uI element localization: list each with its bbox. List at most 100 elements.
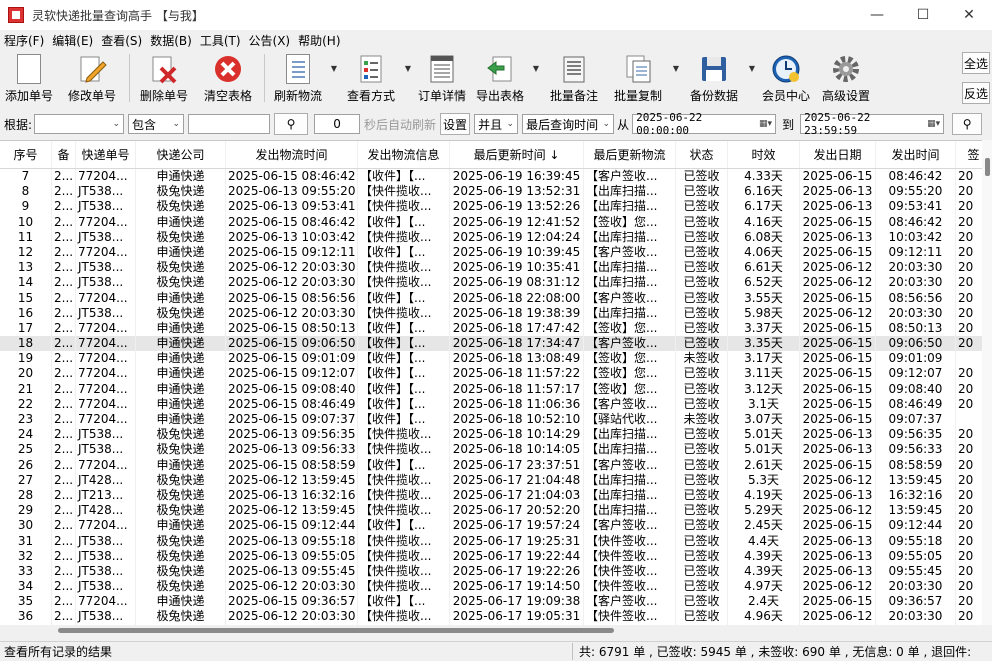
- table-row[interactable]: 21 2... 77204... 申通快递 2025-06-15 09:08:40 【收件…: [0, 381, 992, 397]
- column-header-seq[interactable]: 序号: [0, 141, 52, 168]
- table-row[interactable]: 36 2... JT538... 极兔快递 2025-06-12 20:03:30 【快件…: [0, 609, 992, 625]
- member-center-button[interactable]: 会员中心: [758, 50, 814, 106]
- refresh-dropdown-arrow[interactable]: ▼: [328, 40, 340, 96]
- table-row[interactable]: 35 2... 77204... 申通快递 2025-06-15 09:36:57 【收件…: [0, 594, 992, 610]
- invert-selection-button[interactable]: 反选: [962, 82, 990, 104]
- detail-button[interactable]: 订单详情: [414, 50, 470, 106]
- table-row[interactable]: 20 2... 77204... 申通快递 2025-06-15 09:12:07 【收件…: [0, 366, 992, 382]
- column-header-tracking-no[interactable]: 快递单号: [76, 141, 136, 168]
- table-row[interactable]: 24 2... JT538... 极兔快递 2025-06-13 09:56:35 【快件…: [0, 427, 992, 443]
- clear-button[interactable]: 清空表格: [195, 50, 261, 106]
- table-row[interactable]: 13 2... JT538... 极兔快递 2025-06-12 20:03:30 【快件…: [0, 260, 992, 276]
- maximize-button[interactable]: ☐: [900, 0, 946, 30]
- table-row[interactable]: 32 2... JT538... 极兔快递 2025-06-13 09:55:05 【快件…: [0, 548, 992, 564]
- table-row[interactable]: 26 2... 77204... 申通快递 2025-06-15 08:58:59 【收件…: [0, 457, 992, 473]
- column-header-last-update-info[interactable]: 最后更新物流: [584, 141, 676, 168]
- table-row[interactable]: 19 2... 77204... 申通快递 2025-06-15 09:01:09 【收件…: [0, 351, 992, 367]
- table-row[interactable]: 15 2... 77204... 申通快递 2025-06-15 08:56:56 【收件…: [0, 290, 992, 306]
- menu-edit[interactable]: 编辑(E): [52, 32, 93, 49]
- edit-button[interactable]: 修改单号: [58, 50, 126, 106]
- menu-program[interactable]: 程序(F): [4, 32, 44, 49]
- table-row[interactable]: 23 2... 77204... 申通快递 2025-06-15 09:07:37 【收件…: [0, 412, 992, 428]
- menu-tools[interactable]: 工具(T): [200, 32, 241, 49]
- column-header-send-info[interactable]: 发出物流信息: [358, 141, 450, 168]
- table-row[interactable]: 17 2... 77204... 申通快递 2025-06-15 08:50:13 【收件…: [0, 320, 992, 337]
- cell-carrier: 极兔快递: [136, 579, 226, 595]
- batch-note-button[interactable]: 批量备注: [542, 50, 606, 106]
- select-all-button[interactable]: 全选: [962, 52, 990, 74]
- table-row[interactable]: 33 2... JT538... 极兔快递 2025-06-13 09:55:45 【快件…: [0, 563, 992, 580]
- table-row[interactable]: 14 2... JT538... 极兔快递 2025-06-12 20:03:30 【快件…: [0, 275, 992, 291]
- table-row[interactable]: 18 2... 77204... 申通快递 2025-06-15 09:06:50 【收件…: [0, 336, 992, 352]
- keyword-input[interactable]: [188, 114, 271, 134]
- table-row[interactable]: 29 2... JT428... 极兔快递 2025-06-12 13:59:45 【快件…: [0, 503, 992, 519]
- table-row[interactable]: 9 2... JT538... 极兔快递 2025-06-13 09:53:41 【快件揽…: [0, 199, 992, 215]
- filter-field-select[interactable]: ⌄: [34, 114, 125, 134]
- export-button[interactable]: 导出表格: [470, 50, 530, 106]
- query-button[interactable]: ⚲: [952, 113, 983, 135]
- refresh-button[interactable]: 刷新物流: [268, 50, 328, 106]
- table-row[interactable]: 7 2... 77204... 申通快递 2025-06-15 08:46:42 【收件】…: [0, 169, 992, 185]
- backup-button[interactable]: 备份数据: [682, 50, 746, 106]
- to-date-value: 2025-06-22 23:59:59: [804, 111, 871, 137]
- cell-send-clock: 13:59:45: [876, 503, 956, 519]
- export-dropdown-arrow[interactable]: ▼: [530, 40, 542, 96]
- column-header-note[interactable]: 备: [52, 141, 76, 168]
- table-row[interactable]: 16 2... JT538... 极兔快递 2025-06-12 20:03:30 【快件…: [0, 305, 992, 321]
- to-date-picker[interactable]: 2025-06-22 23:59:59 ▦▾: [800, 111, 945, 137]
- column-header-carrier[interactable]: 快递公司: [136, 141, 226, 168]
- cell-note: 2...: [52, 412, 76, 428]
- table-row[interactable]: 22 2... 77204... 申通快递 2025-06-15 08:46:49 【收件…: [0, 396, 992, 412]
- filter-mode-select[interactable]: 包含 ⌄: [128, 114, 185, 134]
- backup-button-label: 备份数据: [689, 89, 738, 103]
- table-row[interactable]: 28 2... JT213... 极兔快递 2025-06-13 16:32:16 【快件…: [0, 487, 992, 504]
- cell-send-info: 【快件揽收...: [358, 563, 450, 580]
- menu-data[interactable]: 数据(B): [150, 32, 192, 49]
- vertical-scroll-thumb[interactable]: [985, 158, 990, 176]
- vertical-scrollbar[interactable]: [982, 140, 992, 625]
- delete-button[interactable]: 删除单号: [133, 50, 195, 106]
- from-date-picker[interactable]: 2025-06-22 00:00:00 ▦▾: [632, 111, 777, 137]
- table-row[interactable]: 25 2... JT538... 极兔快递 2025-06-13 09:56:33 【快件…: [0, 442, 992, 458]
- cell-carrier: 申通快递: [136, 169, 226, 185]
- view-mode-dropdown-arrow[interactable]: ▼: [402, 40, 414, 96]
- table-row[interactable]: 10 2... 77204... 申通快递 2025-06-15 08:46:42 【收件…: [0, 214, 992, 230]
- cell-duration: 4.19天: [728, 487, 800, 504]
- advanced-settings-button[interactable]: 高级设置: [814, 50, 878, 106]
- column-header-status[interactable]: 状态: [676, 141, 728, 168]
- cell-duration: 3.17天: [728, 351, 800, 367]
- horizontal-scrollbar[interactable]: [0, 625, 992, 637]
- results-table[interactable]: 序号备快递单号 快递公司 发出物流时间 发出物流信息 最后更新时间 ↓ 最后更新物流 状态时…: [0, 140, 992, 625]
- file-add-icon: [12, 53, 46, 85]
- table-row[interactable]: 11 2... JT538... 极兔快递 2025-06-13 10:03:42 【快件…: [0, 229, 992, 245]
- refresh-seconds-input[interactable]: 0: [314, 114, 361, 134]
- column-header-send-clock[interactable]: 发出时间: [876, 141, 956, 168]
- table-row[interactable]: 27 2... JT428... 极兔快递 2025-06-12 13:59:45 【快件…: [0, 472, 992, 488]
- close-button[interactable]: ✕: [946, 0, 992, 30]
- batch-copy-dropdown-arrow[interactable]: ▼: [670, 40, 682, 96]
- menu-notice[interactable]: 公告(X): [249, 32, 291, 49]
- column-header-send-time[interactable]: 发出物流时间: [226, 141, 358, 168]
- backup-dropdown-arrow[interactable]: ▼: [746, 40, 758, 96]
- cell-status: 已签收: [676, 381, 728, 397]
- table-row[interactable]: 34 2... JT538... 极兔快递 2025-06-12 20:03:30 【快件…: [0, 579, 992, 595]
- cell-note: 2...: [52, 457, 76, 473]
- menu-view[interactable]: 查看(S): [101, 32, 142, 49]
- cell-send-date: 2025-06-15: [800, 396, 876, 412]
- column-header-last-update-time[interactable]: 最后更新时间 ↓: [450, 141, 584, 168]
- time-field-select[interactable]: 最后查询时间 ⌄: [522, 114, 615, 134]
- search-button[interactable]: ⚲: [274, 113, 309, 135]
- batch-copy-button[interactable]: 批量复制: [606, 50, 670, 106]
- settings-button[interactable]: 设置: [440, 113, 471, 135]
- logic-select[interactable]: 并且 ⌄: [474, 114, 519, 134]
- column-header-duration[interactable]: 时效: [728, 141, 800, 168]
- minimize-button[interactable]: —: [854, 0, 900, 30]
- column-header-send-date[interactable]: 发出日期: [800, 141, 876, 168]
- horizontal-scroll-thumb[interactable]: [58, 628, 614, 633]
- table-row[interactable]: 12 2... 77204... 申通快递 2025-06-15 09:12:11 【收件…: [0, 244, 992, 261]
- table-row[interactable]: 30 2... 77204... 申通快递 2025-06-15 09:12:44 【收件…: [0, 518, 992, 534]
- add-button[interactable]: 添加单号: [0, 50, 58, 106]
- table-row[interactable]: 8 2... JT538... 极兔快递 2025-06-13 09:55:20 【快件揽…: [0, 184, 992, 200]
- view-mode-button[interactable]: 查看方式: [340, 50, 402, 106]
- table-row[interactable]: 31 2... JT538... 极兔快递 2025-06-13 09:55:18 【快件…: [0, 533, 992, 549]
